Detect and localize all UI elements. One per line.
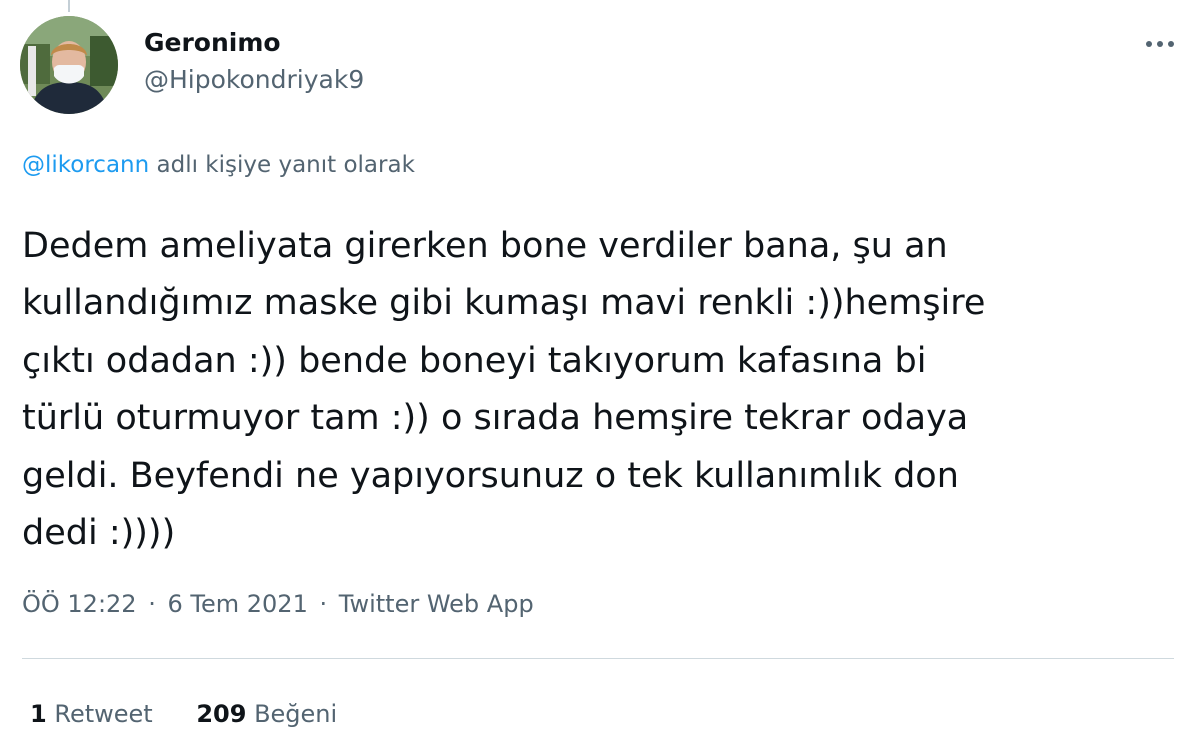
tweet-time[interactable]: ÖÖ 12:22 bbox=[22, 590, 137, 618]
likes-stat[interactable]: 209 Beğeni bbox=[196, 700, 337, 728]
avatar[interactable] bbox=[20, 16, 118, 114]
author-display-name[interactable]: Geronimo bbox=[144, 26, 364, 60]
retweet-label: Retweet bbox=[54, 700, 153, 728]
reply-mention-link[interactable]: @likorcann bbox=[22, 152, 149, 178]
retweet-count: 1 bbox=[30, 700, 47, 728]
author-handle[interactable]: @Hipokondriyak9 bbox=[144, 60, 364, 100]
meta-separator: · bbox=[148, 590, 156, 618]
like-count: 209 bbox=[196, 700, 247, 728]
tweet-text: Dedem ameliyata girerken bone verdiler b… bbox=[22, 226, 986, 554]
like-label: Beğeni bbox=[254, 700, 338, 728]
meta-separator: · bbox=[319, 590, 328, 618]
tweet-metadata: ÖÖ 12:22 · 6 Tem 2021 · Twitter Web App bbox=[22, 590, 534, 618]
more-horizontal-icon bbox=[1146, 41, 1174, 47]
tweet-date[interactable]: 6 Tem 2021 bbox=[168, 590, 308, 618]
thread-connector-line bbox=[68, 0, 70, 12]
reply-context: @likorcann adlı kişiye yanıt olarak bbox=[22, 152, 415, 178]
divider bbox=[22, 658, 1174, 659]
more-options-button[interactable] bbox=[1140, 34, 1180, 54]
retweets-stat[interactable]: 1 Retweet bbox=[30, 700, 153, 728]
tweet-stats: 1 Retweet 209 Beğeni bbox=[30, 700, 337, 728]
tweet-source[interactable]: Twitter Web App bbox=[339, 590, 534, 618]
reply-context-label: adlı kişiye yanıt olarak bbox=[149, 152, 415, 178]
tweet-header: Geronimo @Hipokondriyak9 bbox=[20, 16, 1180, 116]
avatar-image bbox=[20, 16, 118, 114]
author-info: Geronimo @Hipokondriyak9 bbox=[144, 26, 364, 100]
